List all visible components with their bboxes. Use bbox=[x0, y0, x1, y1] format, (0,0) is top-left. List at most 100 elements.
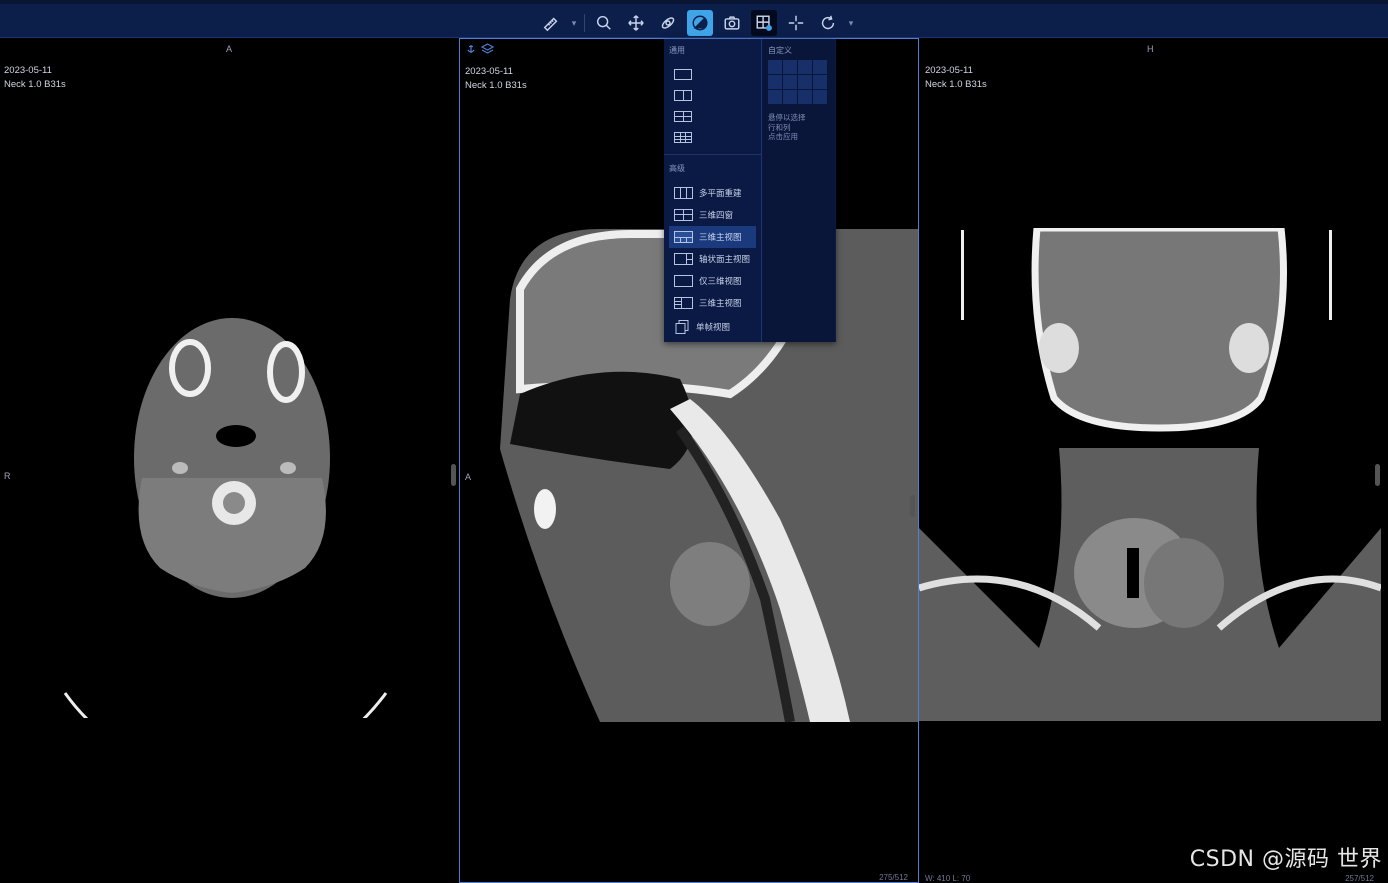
layout-1x2-icon bbox=[674, 90, 692, 101]
four-pane-layout-icon bbox=[674, 209, 693, 221]
toolbar: ▾ ▾ bbox=[538, 10, 855, 36]
study-date: 2023-05-11 bbox=[925, 65, 973, 76]
advanced-item-label: 轴状面主视图 bbox=[699, 254, 751, 264]
zoom-tool-button[interactable] bbox=[591, 10, 617, 36]
grid-cell[interactable] bbox=[783, 75, 797, 89]
move-arrows-icon bbox=[628, 15, 644, 31]
advanced-3d-main-option[interactable]: 三维主视图 bbox=[669, 226, 756, 248]
layout-1x1-option[interactable] bbox=[669, 64, 756, 85]
3d-only-layout-icon bbox=[674, 275, 693, 287]
reset-tool-caret-icon[interactable]: ▾ bbox=[847, 10, 855, 36]
window-level-readout: W: 410 L: 70 bbox=[925, 874, 971, 883]
axial-ct-image bbox=[63, 318, 388, 718]
advanced-item-label: 三维主视图 bbox=[699, 232, 742, 242]
3d-main-layout-icon bbox=[674, 231, 693, 243]
toolbar-separator bbox=[584, 14, 585, 32]
viewport-scrollbar[interactable] bbox=[910, 495, 915, 517]
measure-tool-button[interactable] bbox=[538, 10, 564, 36]
layout-2x2-option[interactable] bbox=[669, 106, 756, 127]
series-name: Neck 1.0 B31s bbox=[4, 79, 66, 90]
advanced-mpr-option[interactable]: 多平面重建 bbox=[669, 182, 756, 204]
orientation-top-label: H bbox=[1147, 44, 1154, 54]
common-section-title: 通用 bbox=[669, 46, 685, 55]
orientation-left-label: A bbox=[465, 472, 472, 482]
top-toolbar-bar: ▾ ▾ bbox=[0, 0, 1388, 38]
crosshair-tool-button[interactable] bbox=[783, 10, 809, 36]
slice-index: 275/512 bbox=[879, 873, 908, 882]
camera-icon bbox=[724, 16, 740, 30]
anchor-icon[interactable] bbox=[465, 43, 477, 55]
pan-tool-button[interactable] bbox=[623, 10, 649, 36]
reset-tool-button[interactable] bbox=[815, 10, 841, 36]
grid-cell[interactable] bbox=[768, 60, 782, 74]
advanced-3d-only-option[interactable]: 仅三维视图 bbox=[669, 270, 756, 292]
snapshot-tool-button[interactable] bbox=[719, 10, 745, 36]
grid-cell[interactable] bbox=[783, 60, 797, 74]
hint-line: 点击应用 bbox=[768, 132, 798, 141]
grid-cell[interactable] bbox=[798, 90, 812, 104]
grid-cell[interactable] bbox=[798, 60, 812, 74]
grid-cell[interactable] bbox=[813, 75, 827, 89]
layout-menu-presets: 通用 高级 多平面重建 三维四窗 三维主视图 轴状面主视图 仅三维视图 三维主视… bbox=[664, 39, 762, 342]
advanced-item-label: 多平面重建 bbox=[699, 188, 742, 198]
mpr-layout-icon bbox=[674, 187, 693, 199]
custom-grid-picker[interactable] bbox=[768, 60, 829, 104]
coronal-ct-image bbox=[919, 228, 1381, 721]
3d-main-alt-layout-icon bbox=[674, 297, 693, 309]
grid-cell[interactable] bbox=[768, 75, 782, 89]
grid-cell[interactable] bbox=[768, 90, 782, 104]
layers-icon[interactable] bbox=[481, 43, 494, 55]
advanced-item-label: 三维主视图 bbox=[699, 298, 742, 308]
measure-tool-caret-icon[interactable]: ▾ bbox=[570, 10, 578, 36]
advanced-single-frame-option[interactable]: 单帧视图 bbox=[669, 316, 756, 338]
layout-3x3-icon bbox=[674, 132, 692, 143]
layout-menu-custom: 自定义 悬停以选择 行和列 点击应用 bbox=[762, 39, 835, 342]
window-level-tool-button[interactable] bbox=[687, 10, 713, 36]
viewport-info: 2023-05-11 Neck 1.0 B31s bbox=[465, 65, 527, 93]
viewport-axial[interactable]: A R 2023-05-11 Neck 1.0 B31s bbox=[0, 38, 459, 883]
advanced-3d-four-option[interactable]: 三维四窗 bbox=[669, 204, 756, 226]
layout-grid-icon bbox=[756, 15, 772, 31]
series-name: Neck 1.0 B31s bbox=[925, 79, 987, 90]
custom-grid-hint: 悬停以选择 行和列 点击应用 bbox=[768, 113, 829, 142]
menu-divider bbox=[664, 154, 761, 155]
advanced-axial-main-option[interactable]: 轴状面主视图 bbox=[669, 248, 756, 270]
advanced-item-label: 三维四窗 bbox=[699, 210, 734, 220]
contrast-icon bbox=[692, 15, 708, 31]
advanced-item-label: 单帧视图 bbox=[696, 322, 731, 332]
axial-main-layout-icon bbox=[674, 253, 693, 265]
study-date: 2023-05-11 bbox=[465, 66, 513, 77]
layout-menu: 通用 高级 多平面重建 三维四窗 三维主视图 轴状面主视图 仅三维视图 三维主视… bbox=[664, 39, 836, 342]
study-date: 2023-05-11 bbox=[4, 65, 52, 76]
viewport-info: 2023-05-11 Neck 1.0 B31s bbox=[925, 64, 987, 92]
advanced-3d-main-alt-option[interactable]: 三维主视图 bbox=[669, 292, 756, 314]
viewport-coronal[interactable]: H R 2023-05-11 Neck 1.0 B31s W: 410 L: 7… bbox=[919, 38, 1388, 883]
grid-cell[interactable] bbox=[798, 75, 812, 89]
layout-3x3-option[interactable] bbox=[669, 127, 756, 148]
grid-cell[interactable] bbox=[813, 60, 827, 74]
viewport-scrollbar[interactable] bbox=[1375, 464, 1380, 486]
slice-index: 257/512 bbox=[1345, 874, 1374, 883]
orientation-top-label: A bbox=[226, 44, 233, 54]
crosshair-icon bbox=[788, 15, 804, 31]
viewport-scrollbar[interactable] bbox=[451, 464, 456, 486]
layout-2x2-icon bbox=[674, 111, 692, 122]
orbit-icon bbox=[661, 17, 675, 29]
stacked-frames-icon bbox=[675, 320, 689, 334]
watermark: CSDN @源码 世界 bbox=[1189, 847, 1382, 872]
layout-1x2-option[interactable] bbox=[669, 85, 756, 106]
ruler-icon bbox=[543, 17, 558, 32]
advanced-item-label: 仅三维视图 bbox=[699, 276, 742, 286]
hint-line: 悬停以选择 bbox=[768, 113, 806, 122]
viewport-info: 2023-05-11 Neck 1.0 B31s bbox=[4, 64, 66, 92]
layout-tool-button[interactable] bbox=[751, 10, 777, 36]
refresh-icon bbox=[821, 15, 835, 30]
hint-line: 行和列 bbox=[768, 122, 791, 132]
grid-cell[interactable] bbox=[813, 90, 827, 104]
layout-1x1-icon bbox=[674, 69, 692, 80]
series-name: Neck 1.0 B31s bbox=[465, 80, 527, 91]
orientation-left-label: R bbox=[4, 471, 11, 481]
magnifier-icon bbox=[596, 15, 611, 30]
rotate-3d-tool-button[interactable] bbox=[655, 10, 681, 36]
grid-cell[interactable] bbox=[783, 90, 797, 104]
